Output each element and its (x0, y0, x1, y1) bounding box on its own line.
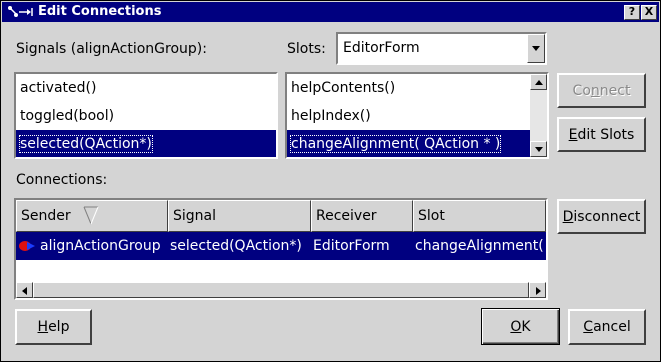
help-button[interactable]: Help (15, 309, 92, 345)
scroll-up-button[interactable] (530, 74, 547, 90)
slots-receiver-combo[interactable]: EditorForm (336, 32, 547, 65)
scroll-left-button[interactable] (16, 282, 33, 298)
scroll-right-button[interactable] (529, 282, 546, 298)
arrow-right-icon (536, 287, 541, 295)
column-header-sender[interactable]: Sender (16, 200, 168, 232)
slots-list[interactable]: helpContents() helpIndex() changeAlignme… (285, 72, 549, 159)
slot-item[interactable]: helpIndex() (287, 102, 530, 130)
cancel-button[interactable]: Cancel (568, 309, 646, 345)
sender-cell: alignActionGroup (40, 238, 161, 254)
edit-slots-button[interactable]: Edit Slots (557, 117, 646, 152)
slot-cell: changeAlignment( (415, 238, 544, 254)
combo-dropdown-button[interactable] (527, 34, 545, 63)
slots-label: Slots: (287, 41, 326, 57)
arrow-left-icon (22, 287, 27, 295)
signals-label: Signals (alignActionGroup): (16, 41, 207, 57)
table-row[interactable]: alignActionGroup selected(QAction*) Edit… (16, 232, 546, 260)
column-header-slot[interactable]: Slot (413, 200, 546, 232)
signal-item-selected[interactable]: selected(QAction*) (16, 130, 276, 157)
connections-horizontal-scrollbar[interactable] (16, 282, 546, 298)
arrow-down-icon (535, 147, 543, 152)
window-title: Edit Connections (38, 4, 162, 19)
title-bar[interactable]: Edit Connections ? X (2, 2, 659, 22)
scroll-down-button[interactable] (530, 141, 547, 157)
signals-list[interactable]: activated() toggled(bool) selected(QActi… (14, 72, 278, 159)
combo-value: EditorForm (343, 40, 420, 56)
connect-button[interactable]: Connect (557, 73, 646, 108)
receiver-cell: EditorForm (313, 238, 390, 254)
action-group-icon (18, 232, 36, 260)
column-header-signal[interactable]: Signal (168, 200, 311, 232)
signal-item[interactable]: toggled(bool) (16, 102, 276, 130)
ok-button[interactable]: OK (481, 308, 560, 345)
connections-table[interactable]: Sender Signal Receiver Slot alignActionG… (14, 198, 548, 300)
column-header-receiver[interactable]: Receiver (311, 200, 413, 232)
arrow-up-icon (535, 80, 543, 85)
slot-item-selected[interactable]: changeAlignment( QAction * ) (287, 130, 530, 157)
scroll-thumb[interactable] (33, 282, 529, 298)
edit-connections-dialog: Edit Connections ? X Signals (alignActio… (0, 0, 661, 362)
sort-indicator-icon (83, 206, 99, 225)
disconnect-button[interactable]: Disconnect (557, 199, 646, 234)
slot-item[interactable]: helpContents() (287, 74, 530, 102)
signal-cell: selected(QAction*) (170, 238, 302, 254)
connections-label: Connections: (16, 172, 108, 188)
app-icon (6, 4, 34, 20)
chevron-down-icon (532, 46, 540, 51)
signal-item[interactable]: activated() (16, 74, 276, 102)
scroll-track[interactable] (530, 90, 547, 123)
title-close-button[interactable]: X (641, 5, 657, 20)
slots-vertical-scrollbar[interactable] (530, 74, 547, 157)
title-help-button[interactable]: ? (624, 5, 640, 20)
